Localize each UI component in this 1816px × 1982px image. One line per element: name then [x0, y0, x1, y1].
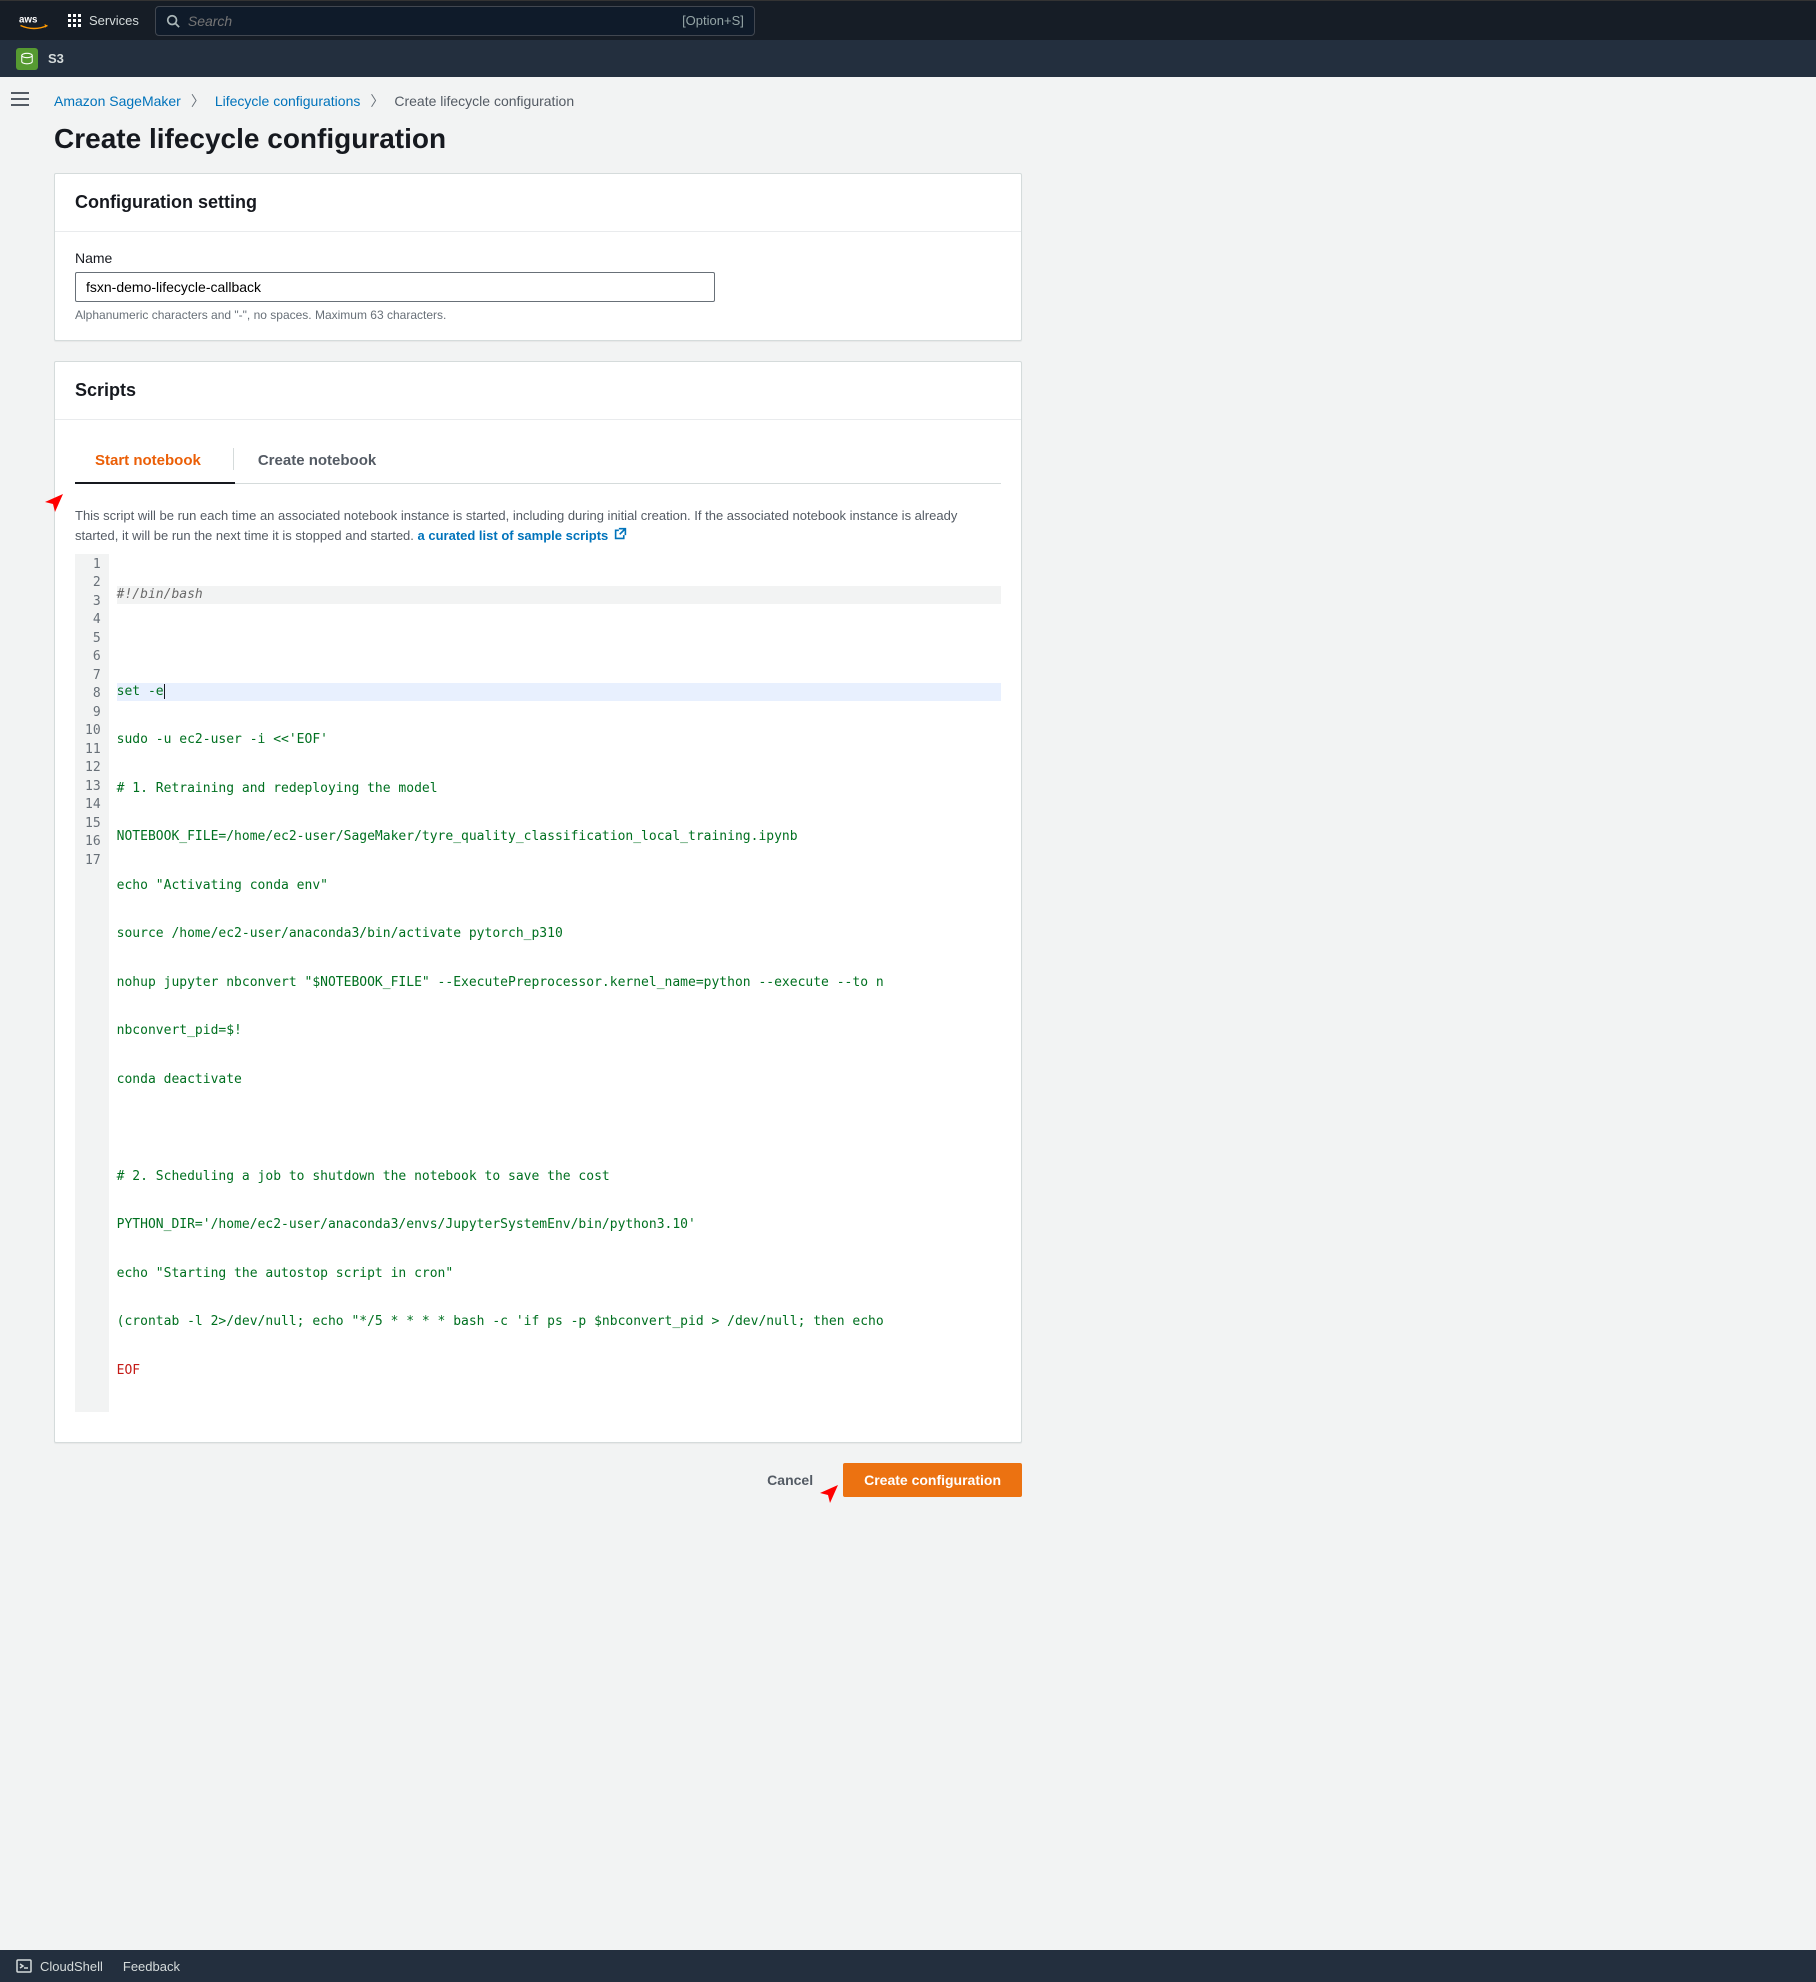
console-footer: CloudShell Feedback [0, 1950, 1816, 1982]
tab-start-notebook[interactable]: Start notebook [75, 442, 221, 483]
service-bar: S3 [0, 40, 1816, 77]
grid-icon [68, 14, 81, 27]
sample-scripts-link[interactable]: a curated list of sample scripts [418, 528, 627, 543]
breadcrumb-current: Create lifecycle configuration [394, 93, 574, 109]
cloudshell-button[interactable]: CloudShell [16, 1958, 103, 1974]
chevron-right-icon: 〉 [191, 91, 205, 111]
scripts-panel: Scripts Start notebook Create notebook T… [54, 361, 1022, 1443]
tab-divider [233, 448, 234, 470]
search-input[interactable] [180, 13, 682, 29]
line-gutter: 1234567891011121314151617 [75, 554, 109, 1413]
hamburger-icon [11, 92, 29, 1571]
cloudshell-icon [16, 1958, 32, 1974]
config-panel: Configuration setting Name Alphanumeric … [54, 173, 1022, 341]
global-nav: aws Services [Option+S] [0, 0, 1816, 40]
name-hint: Alphanumeric characters and "-", no spac… [75, 308, 1001, 322]
cancel-button[interactable]: Cancel [747, 1463, 833, 1497]
tab-underline [75, 482, 235, 484]
s3-label[interactable]: S3 [48, 51, 64, 66]
name-label: Name [75, 250, 1001, 266]
name-input[interactable] [75, 272, 715, 302]
search-icon [166, 14, 180, 28]
create-configuration-button[interactable]: Create configuration [843, 1463, 1022, 1497]
tab-create-notebook[interactable]: Create notebook [238, 442, 396, 483]
global-search[interactable]: [Option+S] [155, 6, 755, 36]
form-actions: Cancel Create configuration [54, 1463, 1022, 1497]
config-header: Configuration setting [75, 192, 1001, 213]
code-editor[interactable]: 1234567891011121314151617 #!/bin/bash se… [75, 554, 1001, 1413]
side-nav-toggle[interactable] [0, 77, 40, 1571]
search-shortcut-hint: [Option+S] [682, 13, 744, 28]
services-label: Services [89, 13, 139, 28]
breadcrumb: Amazon SageMaker 〉 Lifecycle configurati… [54, 91, 1022, 111]
feedback-link[interactable]: Feedback [123, 1959, 180, 1974]
script-description: This script will be run each time an ass… [75, 506, 1001, 546]
s3-icon[interactable] [16, 48, 38, 70]
breadcrumb-sagemaker[interactable]: Amazon SageMaker [54, 93, 181, 109]
breadcrumb-lifecycle[interactable]: Lifecycle configurations [215, 93, 361, 109]
external-link-icon [614, 526, 627, 546]
aws-logo[interactable]: aws [16, 12, 52, 30]
svg-text:aws: aws [19, 14, 38, 25]
script-tabs: Start notebook Create notebook [75, 442, 1001, 484]
code-body[interactable]: #!/bin/bash set -e sudo -u ec2-user -i <… [109, 554, 1001, 1413]
scripts-header: Scripts [75, 380, 1001, 401]
page-title: Create lifecycle configuration [54, 123, 1022, 155]
chevron-right-icon: 〉 [370, 91, 384, 111]
services-menu[interactable]: Services [68, 13, 139, 28]
